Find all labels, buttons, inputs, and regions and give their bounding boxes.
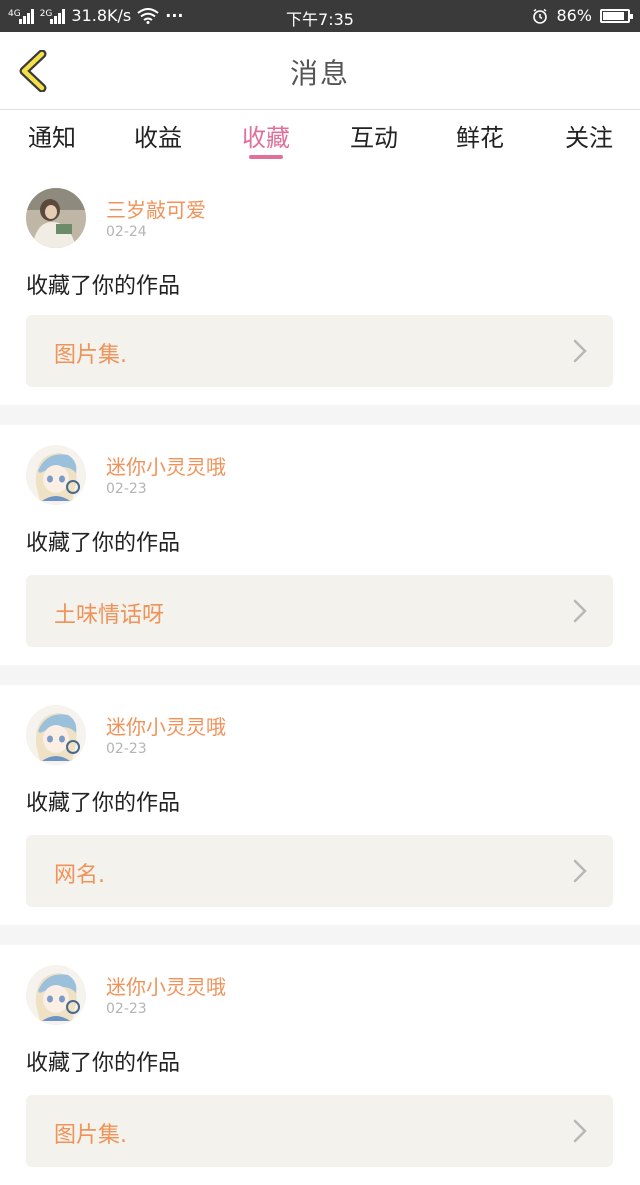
- page-title: 消息: [289, 57, 350, 90]
- chevron-right-icon: [573, 599, 587, 623]
- list-item: 三岁敲可爱 02-24 收藏了你的作品 图片集.: [0, 168, 640, 405]
- work-title: 土味情话呀: [54, 603, 165, 628]
- tab-income[interactable]: 收益: [118, 118, 198, 153]
- user-photo-icon: [26, 188, 86, 248]
- user-name[interactable]: 迷你小灵灵哦: [106, 971, 226, 1000]
- action-text: 收藏了你的作品: [26, 791, 181, 816]
- action-text: 收藏了你的作品: [26, 531, 181, 556]
- item-date: 02-23: [106, 741, 147, 757]
- tab-interaction[interactable]: 互动: [334, 118, 414, 153]
- active-tab-indicator: [249, 155, 283, 159]
- action-text: 收藏了你的作品: [26, 1051, 181, 1076]
- tab-bar: 通知 收益 收藏 互动 鲜花 关注: [0, 110, 640, 168]
- anime-avatar-icon: [26, 445, 86, 505]
- favorites-list: 三岁敲可爱 02-24 收藏了你的作品 图片集. 迷你小灵灵哦 02-23 收藏…: [0, 168, 640, 1185]
- battery-icon: [600, 8, 633, 23]
- user-name[interactable]: 迷你小灵灵哦: [106, 451, 226, 480]
- divider: [0, 665, 640, 685]
- work-link[interactable]: 土味情话呀: [26, 575, 613, 647]
- work-title: 图片集.: [54, 1123, 127, 1148]
- work-link[interactable]: 图片集.: [26, 1095, 613, 1167]
- work-title: 网名.: [54, 863, 105, 888]
- avatar[interactable]: [26, 445, 86, 505]
- list-item: 迷你小灵灵哦 02-23 收藏了你的作品 土味情话呀: [0, 425, 640, 665]
- status-bar: 4G 2G 31.8K/s ··· 下午7:35 86%: [0, 0, 640, 32]
- user-name[interactable]: 三岁敲可爱: [106, 194, 206, 223]
- tab-notice[interactable]: 通知: [12, 118, 92, 153]
- item-date: 02-24: [106, 224, 147, 240]
- item-date: 02-23: [106, 1001, 147, 1017]
- work-link[interactable]: 网名.: [26, 835, 613, 907]
- list-item: 迷你小灵灵哦 02-23 收藏了你的作品 图片集.: [0, 945, 640, 1185]
- chevron-right-icon: [573, 339, 587, 363]
- avatar[interactable]: [26, 705, 86, 765]
- user-name[interactable]: 迷你小灵灵哦: [106, 711, 226, 740]
- divider: [0, 405, 640, 425]
- work-link[interactable]: 图片集.: [26, 315, 613, 387]
- battery-percent: 86%: [556, 6, 592, 25]
- list-item: 迷你小灵灵哦 02-23 收藏了你的作品 网名.: [0, 685, 640, 925]
- tab-follow[interactable]: 关注: [549, 118, 629, 153]
- avatar[interactable]: [26, 965, 86, 1025]
- anime-avatar-icon: [26, 705, 86, 765]
- alarm-icon: [533, 8, 548, 24]
- tab-flowers[interactable]: 鲜花: [440, 118, 520, 153]
- chevron-right-icon: [573, 1119, 587, 1143]
- item-date: 02-23: [106, 481, 147, 497]
- top-nav-bar: 消息: [0, 32, 640, 110]
- work-title: 图片集.: [54, 343, 127, 368]
- tab-favorites[interactable]: 收藏: [226, 118, 306, 153]
- anime-avatar-icon: [26, 965, 86, 1025]
- avatar[interactable]: [26, 188, 86, 248]
- chevron-right-icon: [573, 859, 587, 883]
- action-text: 收藏了你的作品: [26, 274, 181, 299]
- divider: [0, 925, 640, 945]
